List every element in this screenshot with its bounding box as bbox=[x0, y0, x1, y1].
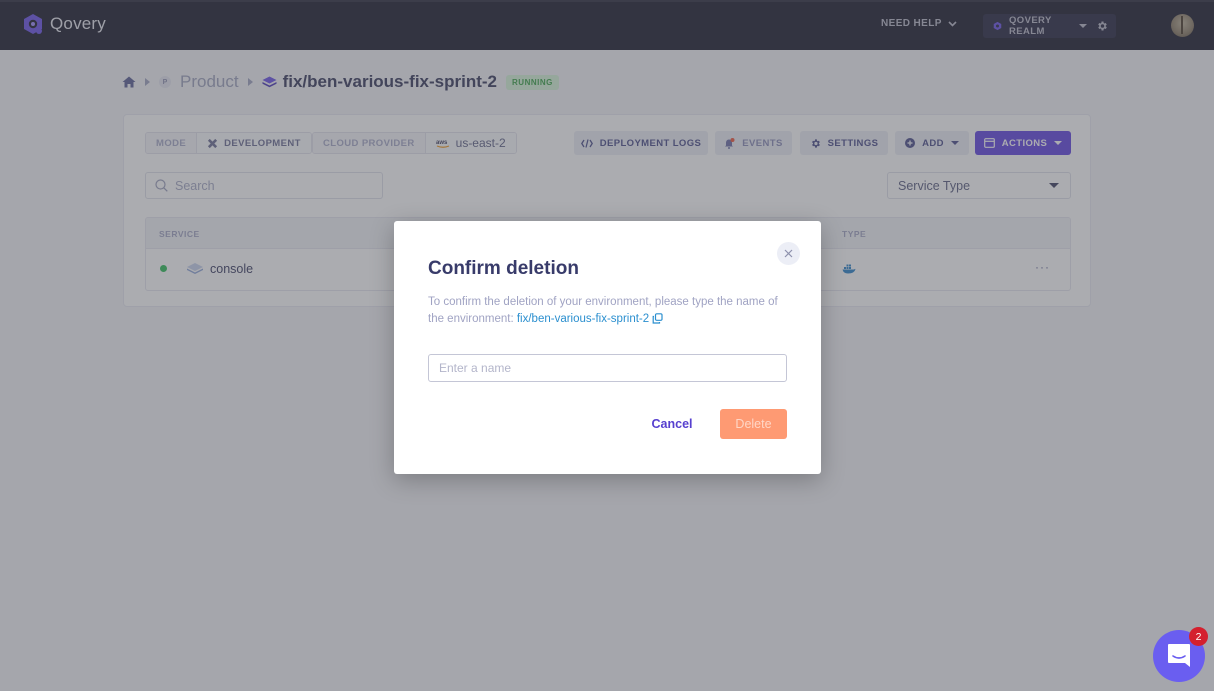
environment-name-input[interactable] bbox=[428, 354, 787, 382]
unread-count-badge: 2 bbox=[1189, 627, 1208, 646]
environment-name-to-copy[interactable]: fix/ben-various-fix-sprint-2 bbox=[517, 313, 649, 325]
modal-close-button[interactable] bbox=[777, 242, 800, 265]
chat-icon bbox=[1168, 644, 1190, 667]
modal-description: To confirm the deletion of your environm… bbox=[428, 294, 788, 328]
confirm-deletion-modal: Confirm deletion To confirm the deletion… bbox=[394, 221, 821, 474]
copy-icon[interactable] bbox=[652, 313, 663, 324]
close-icon bbox=[784, 249, 793, 258]
cancel-button[interactable]: Cancel bbox=[641, 409, 703, 439]
modal-title: Confirm deletion bbox=[428, 258, 579, 279]
delete-button[interactable]: Delete bbox=[720, 409, 787, 439]
